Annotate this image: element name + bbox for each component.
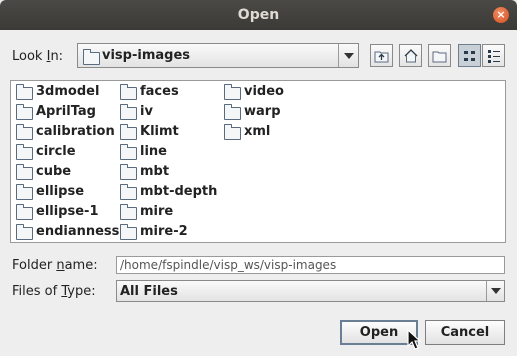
close-icon: × (496, 8, 506, 21)
look-in-value: visp-images (102, 48, 191, 63)
look-in-label: Look In: (12, 49, 64, 64)
home-icon (404, 49, 418, 63)
folder-icon (120, 204, 137, 220)
folder-icon (120, 84, 137, 100)
file-type-value: All Files (120, 284, 178, 299)
folder-name-label: Folder name: (12, 258, 98, 273)
folder-icon (16, 224, 33, 240)
folder-icon (120, 124, 137, 140)
details-view-button[interactable] (482, 44, 505, 67)
folder-icon (83, 49, 100, 65)
file-type-label: Files of Type: (12, 284, 96, 299)
folder-name-field[interactable]: /home/fspindle/visp_ws/visp-images (116, 256, 505, 274)
details-view-icon (488, 50, 500, 63)
folder-icon (224, 84, 241, 100)
folder-icon (16, 144, 33, 160)
folder-icon (16, 104, 33, 120)
folder-icon (120, 184, 137, 200)
folder-icon (16, 204, 33, 220)
folder-icon (16, 164, 33, 180)
new-folder-icon (432, 51, 447, 63)
folder-icon (120, 164, 137, 180)
folder-icon (224, 124, 241, 140)
folder-icon (120, 144, 137, 160)
list-view-button[interactable] (458, 44, 481, 67)
chevron-down-icon[interactable] (338, 44, 358, 67)
folder-up-icon (374, 51, 389, 63)
cancel-button[interactable]: Cancel (425, 320, 505, 345)
file-list[interactable]: 3dmodel AprilTag calibration circle cube… (10, 80, 506, 243)
folder-icon (120, 224, 137, 240)
folder-icon (120, 104, 137, 120)
close-button[interactable]: × (493, 7, 509, 23)
folder-icon (16, 124, 33, 140)
up-one-level-button[interactable] (370, 44, 393, 67)
title-bar: Open × (0, 0, 517, 30)
chevron-down-icon[interactable] (486, 281, 504, 301)
folder-icon (16, 84, 33, 100)
list-view-icon (464, 51, 475, 61)
home-button[interactable] (399, 44, 422, 67)
folder-icon (224, 104, 241, 120)
new-folder-button[interactable] (428, 44, 451, 67)
mouse-cursor-icon (407, 329, 421, 350)
folder-icon (16, 184, 33, 200)
look-in-combo[interactable]: visp-images (77, 43, 359, 68)
window-title: Open (237, 7, 280, 23)
file-type-combo[interactable]: All Files (116, 280, 505, 302)
